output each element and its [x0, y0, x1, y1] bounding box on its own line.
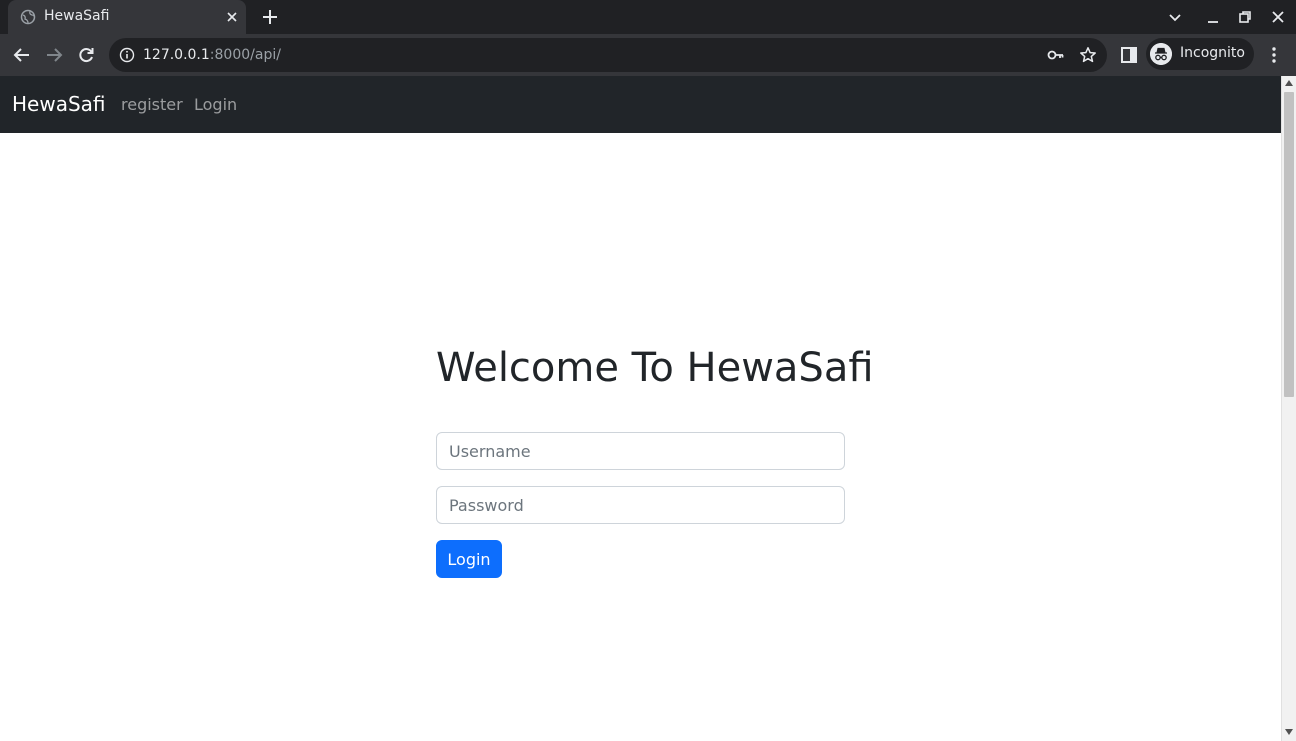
- profile-label: Incognito: [1180, 45, 1245, 61]
- login-submit-button[interactable]: Login: [436, 540, 502, 578]
- site-info-icon[interactable]: [119, 47, 135, 63]
- site-navbar: HewaSafi register Login: [0, 76, 1281, 133]
- reload-icon[interactable]: [76, 45, 96, 65]
- scrollbar-thumb[interactable]: [1284, 92, 1294, 397]
- scroll-up-arrow-icon[interactable]: [1285, 80, 1293, 86]
- more-menu-icon[interactable]: [1266, 46, 1282, 64]
- nav-link-login[interactable]: Login: [194, 95, 237, 114]
- browser-tab[interactable]: HewaSafi: [8, 0, 246, 34]
- username-input[interactable]: [436, 432, 845, 470]
- url-path: :8000/api/: [209, 47, 281, 63]
- scroll-down-arrow-icon[interactable]: [1285, 729, 1293, 735]
- tab-search-icon[interactable]: [1167, 9, 1183, 25]
- navbar-brand[interactable]: HewaSafi: [12, 92, 106, 116]
- key-icon[interactable]: [1047, 47, 1065, 63]
- tab-title: HewaSafi: [44, 8, 110, 24]
- browser-tab-strip: HewaSafi: [0, 0, 1296, 34]
- forward-arrow-icon[interactable]: [44, 45, 64, 65]
- minimize-icon[interactable]: [1205, 9, 1221, 25]
- bookmark-star-icon[interactable]: [1079, 46, 1097, 64]
- browser-toolbar: 127.0.0.1:8000/api/ Incognito: [0, 34, 1296, 76]
- incognito-profile-button[interactable]: Incognito: [1146, 38, 1254, 70]
- new-tab-icon[interactable]: [260, 7, 280, 27]
- page-title: Welcome To HewaSafi: [436, 345, 874, 391]
- address-bar[interactable]: 127.0.0.1:8000/api/: [109, 38, 1107, 72]
- close-window-icon[interactable]: [1270, 9, 1286, 25]
- back-arrow-icon[interactable]: [12, 45, 32, 65]
- password-input[interactable]: [436, 486, 845, 524]
- url-host: 127.0.0.1: [143, 47, 210, 63]
- nav-link-register[interactable]: register: [121, 95, 183, 114]
- page-scrollbar[interactable]: [1281, 76, 1296, 741]
- page-viewport: HewaSafi register Login Welcome To HewaS…: [0, 76, 1281, 741]
- url-text: 127.0.0.1:8000/api/: [143, 47, 281, 63]
- globe-icon: [20, 9, 36, 25]
- incognito-icon: [1150, 43, 1172, 65]
- restore-icon[interactable]: [1237, 9, 1253, 25]
- login-form: Welcome To HewaSafi Login: [436, 344, 874, 578]
- close-tab-icon[interactable]: [224, 9, 240, 25]
- side-panel-icon[interactable]: [1120, 46, 1138, 64]
